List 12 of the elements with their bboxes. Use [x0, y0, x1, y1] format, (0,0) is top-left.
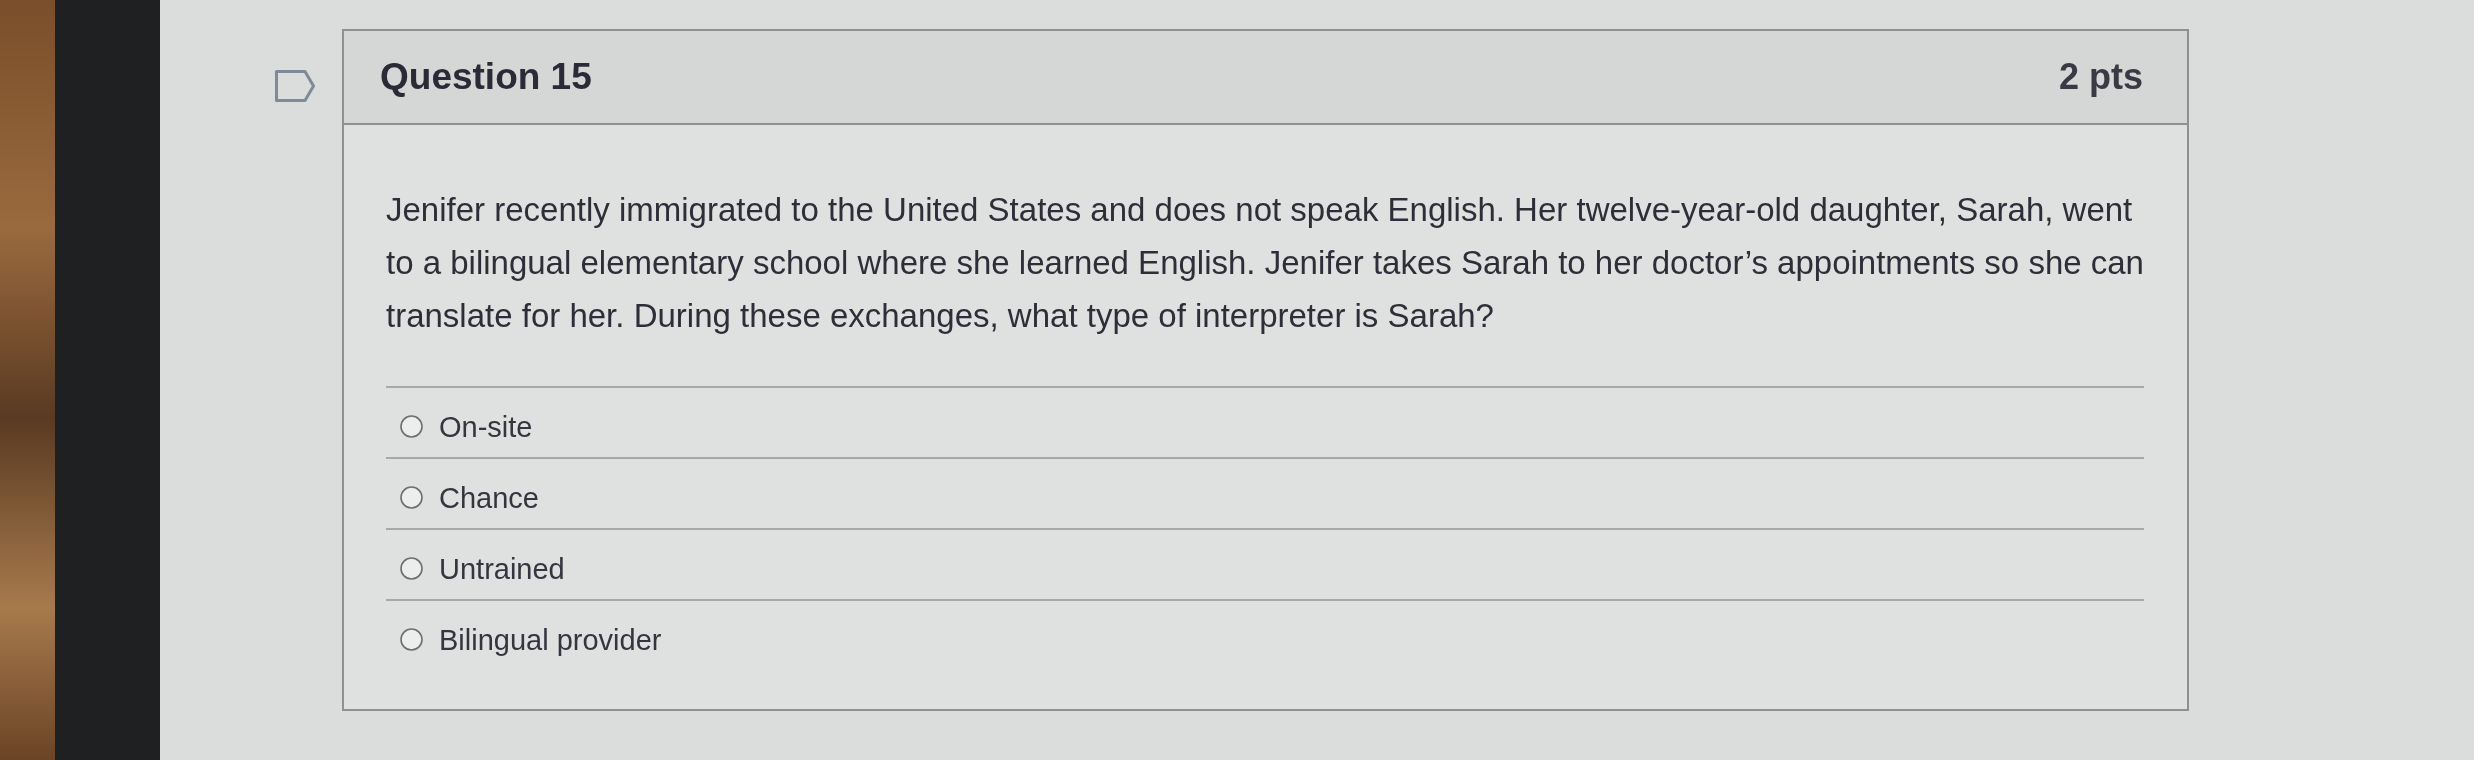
points-label: 2 pts: [2058, 56, 2143, 98]
radio-button[interactable]: [400, 415, 423, 438]
answer-option[interactable]: Chance: [439, 480, 539, 515]
flag-icon[interactable]: [275, 70, 315, 102]
answer-option[interactable]: On-site: [439, 409, 533, 444]
question-title: Question 15: [380, 56, 592, 98]
answer-option[interactable]: Untrained: [439, 551, 565, 586]
answer-option[interactable]: Bilingual provider: [439, 622, 662, 657]
radio-button[interactable]: [400, 486, 423, 509]
question-text: Jenifer recently immigrated to the United States and does not speak English. Her twelve-year-old daughter, Sarah, went to a bilingual elementary school where she learned English. Jenifer takes Sarah to her doctor’s appointments so she can translate for her. During these exchanges, what type of interpreter is Sarah?: [386, 190, 2144, 336]
radio-button[interactable]: [400, 628, 423, 651]
radio-button[interactable]: [400, 557, 423, 580]
